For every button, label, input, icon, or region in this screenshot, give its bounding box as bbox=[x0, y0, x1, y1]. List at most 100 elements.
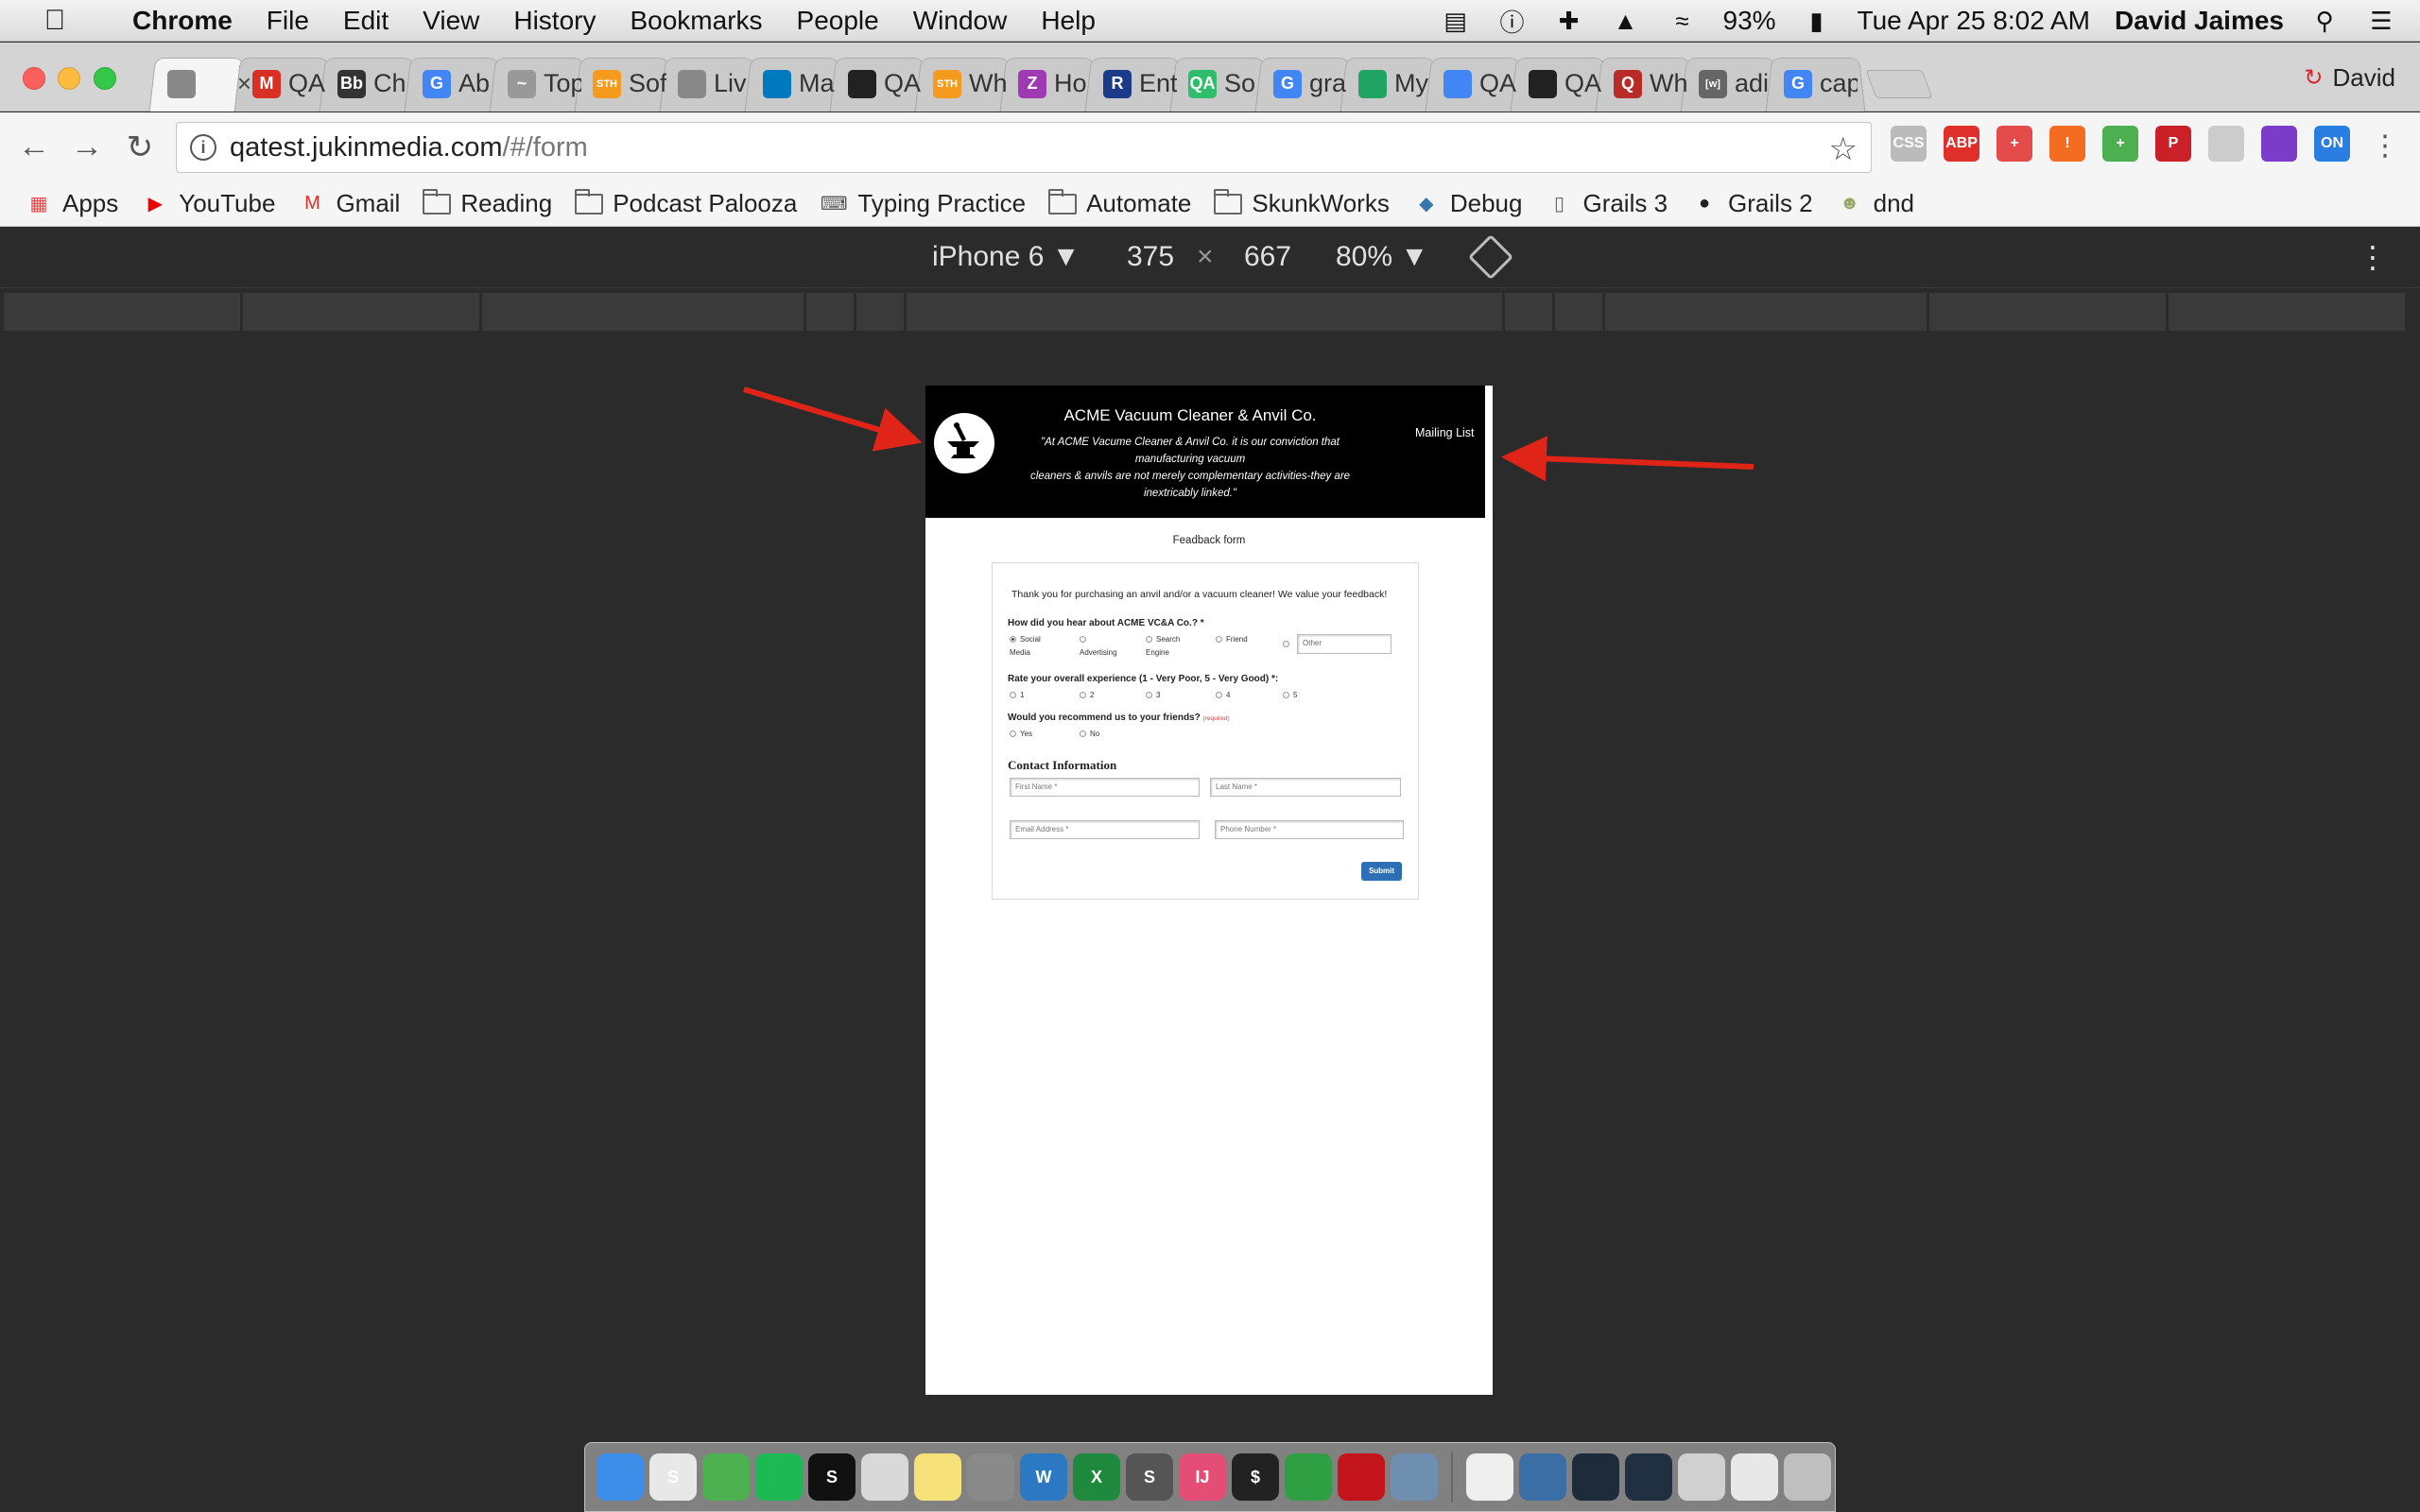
device-options-icon[interactable]: ⋮ bbox=[2358, 239, 2388, 275]
device-width-input[interactable]: 375 bbox=[1127, 241, 1174, 273]
chrome-menu-icon[interactable]: ⋮ bbox=[2371, 129, 2399, 163]
new-tab-button[interactable] bbox=[1865, 70, 1933, 98]
rating-option-5[interactable]: 5 bbox=[1283, 689, 1297, 702]
radio-social-media[interactable] bbox=[1010, 636, 1016, 643]
trash-icon[interactable] bbox=[1784, 1453, 1831, 1501]
address-bar[interactable]: i qatest.jukinmedia.com/#/form ☆ bbox=[176, 122, 1872, 173]
airplay-icon[interactable]: ▲ bbox=[1610, 7, 1642, 35]
radio-rating-4[interactable] bbox=[1216, 692, 1222, 698]
radio-no[interactable] bbox=[1080, 730, 1086, 737]
menu-people[interactable]: People bbox=[797, 6, 879, 36]
anvil-logo-icon[interactable] bbox=[934, 413, 994, 473]
intellij-icon[interactable]: IJ bbox=[1179, 1453, 1226, 1501]
feather-icon[interactable] bbox=[2208, 126, 2244, 162]
apple-menu-icon[interactable]:  bbox=[34, 5, 76, 37]
first-name-input[interactable]: First Name * bbox=[1010, 778, 1200, 797]
slack-icon[interactable]: S bbox=[649, 1453, 697, 1501]
radio-rating-5[interactable] bbox=[1283, 692, 1289, 698]
reload-icon[interactable]: ↻ bbox=[121, 129, 159, 166]
option-search-engine[interactable]: Search Engine bbox=[1146, 633, 1180, 660]
plus-extension-icon[interactable]: + bbox=[2102, 126, 2138, 162]
radio-rating-1[interactable] bbox=[1010, 692, 1016, 698]
close-window-button[interactable] bbox=[23, 67, 45, 90]
profile-button[interactable]: ↻ David bbox=[2304, 63, 2395, 93]
menu-file[interactable]: File bbox=[267, 6, 309, 36]
info-status-icon[interactable]: ⓘ bbox=[1496, 7, 1529, 37]
on-toggle-icon[interactable]: ON bbox=[2314, 126, 2350, 162]
terminal-icon[interactable]: $ bbox=[1232, 1453, 1279, 1501]
spotlight-search-icon[interactable]: ⚲ bbox=[2308, 7, 2341, 35]
image-capture-icon[interactable] bbox=[1391, 1453, 1438, 1501]
color-picker-icon[interactable] bbox=[2261, 126, 2297, 162]
screen-share-icon[interactable]: ▤ bbox=[1440, 7, 1472, 35]
radio-rating-2[interactable] bbox=[1080, 692, 1086, 698]
device-select[interactable]: iPhone 6 ▼ bbox=[932, 241, 1080, 273]
device-height-input[interactable]: 667 bbox=[1244, 241, 1291, 273]
bookmark-item[interactable]: M Gmail bbox=[298, 189, 400, 218]
rating-option-2[interactable]: 2 bbox=[1080, 689, 1094, 702]
radio-yes[interactable] bbox=[1010, 730, 1016, 737]
browser-tab[interactable]: Gcap bbox=[1763, 56, 1868, 112]
system-prefs-icon[interactable] bbox=[967, 1453, 1014, 1501]
mailing-list-link[interactable]: Mailing List bbox=[1415, 426, 1475, 439]
bookmark-item[interactable]: Reading bbox=[423, 188, 552, 218]
finder-icon[interactable] bbox=[596, 1453, 644, 1501]
bookmark-item[interactable]: Podcast Palooza bbox=[575, 188, 797, 218]
email-input[interactable]: Email Address * bbox=[1010, 820, 1200, 839]
css-viewer-icon[interactable]: CSS bbox=[1891, 126, 1927, 162]
sublime-icon[interactable]: S bbox=[1126, 1453, 1173, 1501]
rating-option-1[interactable]: 1 bbox=[1010, 689, 1024, 702]
plus-status-icon[interactable]: ✚ bbox=[1553, 7, 1585, 35]
radio-advertising[interactable] bbox=[1080, 636, 1086, 643]
notes-icon[interactable] bbox=[914, 1453, 961, 1501]
wifi-icon[interactable]: ≈ bbox=[1667, 7, 1699, 35]
adblock-icon[interactable]: ABP bbox=[1944, 126, 1979, 162]
pinterest-icon[interactable]: P bbox=[2155, 126, 2191, 162]
recommend-yes[interactable]: Yes bbox=[1010, 728, 1032, 741]
bookmark-item[interactable]: ▦ Apps bbox=[25, 189, 119, 218]
document-icon[interactable] bbox=[1466, 1453, 1513, 1501]
rating-option-4[interactable]: 4 bbox=[1216, 689, 1230, 702]
recommend-no[interactable]: No bbox=[1080, 728, 1099, 741]
last-name-input[interactable]: Last Name * bbox=[1210, 778, 1401, 797]
menu-help[interactable]: Help bbox=[1041, 6, 1096, 36]
sonos-icon[interactable]: S bbox=[808, 1453, 856, 1501]
forward-arrow-icon[interactable]: → bbox=[68, 129, 106, 166]
screen-window-icon[interactable] bbox=[1731, 1453, 1778, 1501]
phone-input[interactable]: Phone Number * bbox=[1215, 820, 1404, 839]
menu-history[interactable]: History bbox=[513, 6, 596, 36]
menu-bookmarks[interactable]: Bookmarks bbox=[630, 6, 762, 36]
medical-cross-icon[interactable]: + bbox=[1996, 126, 2032, 162]
option-advertising[interactable]: Advertising bbox=[1080, 633, 1117, 660]
bookmark-item[interactable]: SkunkWorks bbox=[1214, 188, 1390, 218]
bookmark-item[interactable]: ◆ Debug bbox=[1412, 189, 1522, 218]
menu-edit[interactable]: Edit bbox=[343, 6, 389, 36]
preview-icon[interactable] bbox=[861, 1453, 908, 1501]
bookmark-item[interactable]: ▶ YouTube bbox=[141, 189, 276, 218]
chrome-icon[interactable] bbox=[702, 1453, 750, 1501]
radio-other[interactable] bbox=[1283, 641, 1289, 647]
notification-center-icon[interactable]: ☰ bbox=[2365, 7, 2397, 35]
menu-app-name[interactable]: Chrome bbox=[132, 6, 233, 36]
media-query-bar[interactable] bbox=[0, 289, 2420, 335]
bookmark-star-icon[interactable]: ☆ bbox=[1829, 130, 1858, 168]
screen-window-icon[interactable] bbox=[1625, 1453, 1672, 1501]
menu-window[interactable]: Window bbox=[913, 6, 1008, 36]
menu-view[interactable]: View bbox=[423, 6, 479, 36]
rating-option-3[interactable]: 3 bbox=[1146, 689, 1160, 702]
zoom-window-button[interactable] bbox=[94, 67, 116, 90]
user-name[interactable]: David Jaimes bbox=[2115, 6, 2284, 36]
option-other[interactable] bbox=[1283, 638, 1293, 651]
back-arrow-icon[interactable]: ← bbox=[15, 129, 53, 166]
spotify-icon[interactable] bbox=[755, 1453, 803, 1501]
close-tab-icon[interactable]: × bbox=[237, 69, 251, 98]
screen-window-icon[interactable] bbox=[1678, 1453, 1725, 1501]
radio-friend[interactable] bbox=[1216, 636, 1222, 643]
rotate-device-icon[interactable] bbox=[1467, 233, 1514, 281]
clock[interactable]: Tue Apr 25 8:02 AM bbox=[1858, 6, 2090, 36]
radio-rating-3[interactable] bbox=[1146, 692, 1152, 698]
radio-search-engine[interactable] bbox=[1146, 636, 1152, 643]
downloads-icon[interactable] bbox=[1519, 1453, 1566, 1501]
excel-icon[interactable]: X bbox=[1073, 1453, 1120, 1501]
other-source-input[interactable]: Other bbox=[1297, 634, 1392, 654]
